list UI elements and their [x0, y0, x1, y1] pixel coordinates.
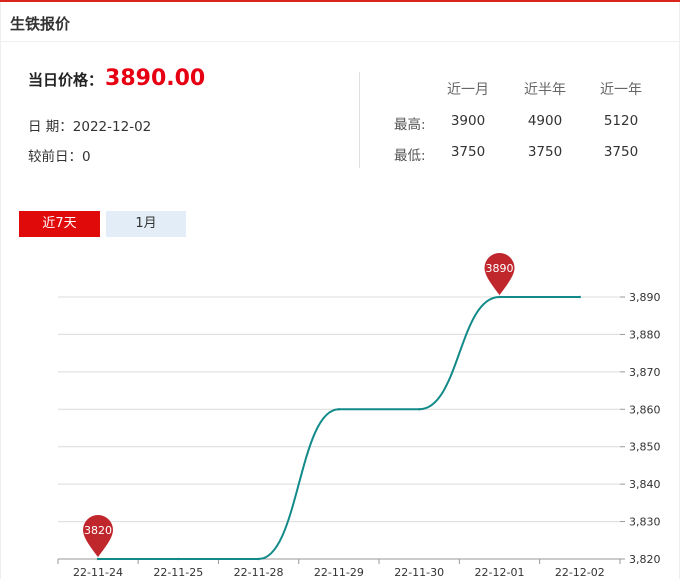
y-tick-label: 3,870 — [629, 366, 661, 379]
y-tick-label: 3,890 — [629, 291, 661, 304]
y-tick-label: 3,840 — [629, 478, 661, 491]
y-tick-label: 3,860 — [629, 403, 661, 416]
y-tick-label: 3,820 — [629, 553, 661, 566]
x-tick-label: 22-12-01 — [475, 566, 525, 579]
data-point — [498, 295, 501, 299]
data-point — [96, 557, 100, 561]
y-tick-label: 3,830 — [629, 516, 661, 529]
x-tick-label: 22-11-28 — [234, 566, 284, 579]
max-min-marker: 3890 — [484, 253, 515, 295]
x-tick-label: 22-11-29 — [314, 566, 364, 579]
x-tick-label: 22-11-25 — [153, 566, 203, 579]
data-point — [257, 557, 260, 561]
data-point — [418, 408, 421, 411]
price-line-chart: 3,820 3,830 3,840 3,850 3,860 3,870 3,880 3,890… — [57, 253, 661, 579]
x-tick-label: 22-11-24 — [73, 566, 123, 579]
y-tick-label: 3,850 — [629, 441, 661, 454]
max-min-marker: 3820 — [83, 515, 113, 557]
data-point — [578, 295, 581, 299]
data-point — [337, 408, 341, 411]
series-line — [97, 295, 580, 560]
y-tick-label: 3,880 — [629, 328, 661, 341]
data-point — [177, 557, 180, 561]
x-tick-label: 22-12-02 — [555, 566, 605, 579]
marker-label: 3820 — [84, 524, 112, 537]
x-tick-label: 22-11-30 — [394, 566, 444, 579]
marker-label: 3890 — [486, 262, 514, 275]
